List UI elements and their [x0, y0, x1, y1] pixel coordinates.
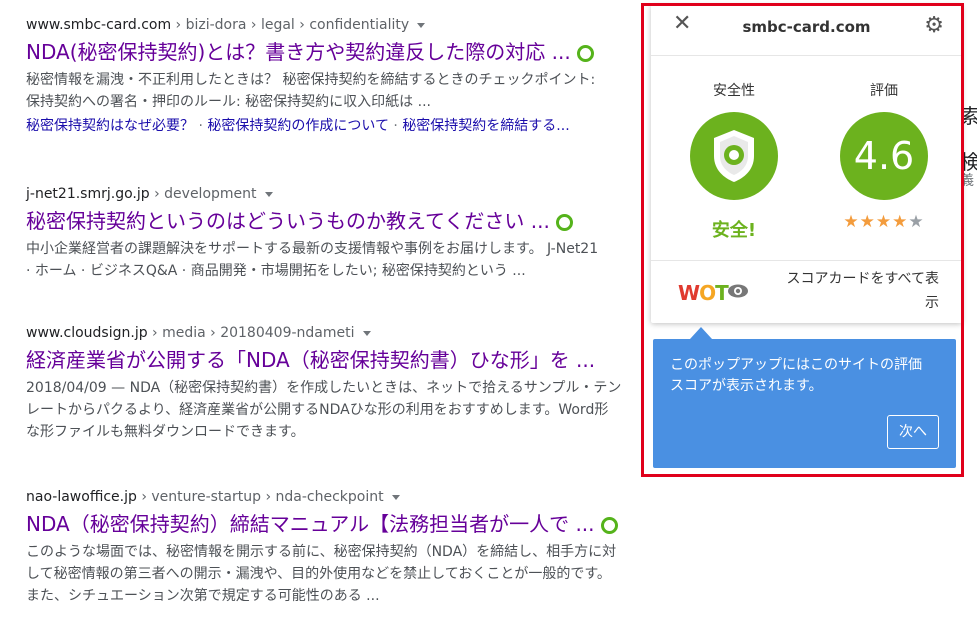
chevron-down-icon[interactable]	[391, 494, 400, 500]
wot-rating-icon[interactable]	[600, 517, 618, 534]
result-cite[interactable]: nao-lawoffice.jp › venture-startup › nda…	[26, 489, 706, 505]
sitelink-separator: ·	[198, 118, 203, 134]
result-snippet: 2018/04/09 — NDA（秘密保持契約書）を作成したいときは、ネットで拾…	[26, 377, 706, 443]
sitelinks: 秘密保持契約はなぜ必要？ · 秘密保持契約の作成について · 秘密保持契約を締結…	[26, 115, 706, 137]
result-cite[interactable]: www.smbc-card.com › bizi-dora › legal › …	[26, 17, 706, 33]
cite-path: › development	[149, 186, 257, 202]
result-title[interactable]: NDA（秘密保持契約）締結マニュアル【法務担当者が一人で ...	[26, 512, 595, 536]
cite-domain: www.smbc-card.com	[26, 17, 172, 33]
chevron-down-icon[interactable]	[417, 22, 426, 28]
result-title-link[interactable]: 秘密保持契約というのはどういうものか教えてください ...	[26, 208, 706, 234]
search-result: nao-lawoffice.jp › venture-startup › nda…	[26, 489, 706, 607]
result-title-link[interactable]: NDA(秘密保持契約)とは？書き方や契約違反した際の対応 ...	[26, 39, 706, 65]
sitelink[interactable]: 秘密保持契約はなぜ必要？	[26, 118, 194, 134]
snippet-line: レートからパクるより、経済産業省が公開するNDAひな形の利用をおすすめします。W…	[26, 402, 609, 418]
result-snippet: このような場面では、秘密情報を開示する前に、秘密保持契約（NDA）を締結し、相手…	[26, 541, 706, 607]
sitelink[interactable]: 秘密保持契約を締結する...	[402, 118, 569, 134]
sitelink-separator: ·	[393, 118, 398, 134]
cite-domain: j-net21.smrj.go.jp	[26, 186, 150, 202]
snippet-line: このような場面では、秘密情報を開示する前に、秘密保持契約（NDA）を締結し、相手…	[26, 544, 617, 560]
cite-path: › venture-startup › nda-checkpoint	[136, 489, 384, 505]
result-cite[interactable]: j-net21.smrj.go.jp › development	[26, 186, 706, 202]
cite-domain: www.cloudsign.jp	[26, 325, 148, 341]
result-title[interactable]: 秘密保持契約というのはどういうものか教えてください ...	[26, 209, 550, 233]
result-title[interactable]: 経済産業省が公開する「NDA（秘密保持契約書）ひな形」を ...	[26, 348, 595, 372]
search-result: www.cloudsign.jp › media › 20180409-ndam…	[26, 325, 706, 443]
result-snippet: 秘密情報を漏洩・不正利用したときは？ 秘密保持契約を締結するときのチェックポイン…	[26, 69, 706, 113]
cite-domain: nao-lawoffice.jp	[26, 489, 137, 505]
chevron-down-icon[interactable]	[362, 330, 371, 336]
snippet-line: 中小企業経営者の課題解決をサポートする最新の支援情報や事例をお届けします。 J-…	[26, 241, 599, 257]
highlight-outline	[641, 3, 964, 477]
snippet-line: して秘密情報の第三者への開示・漏洩や、目的外使用などを禁止しておくことが一般的で…	[26, 566, 611, 582]
search-result: www.smbc-card.com › bizi-dora › legal › …	[26, 17, 706, 137]
sitelink[interactable]: 秘密保持契約の作成について	[207, 118, 389, 134]
result-title-link[interactable]: 経済産業省が公開する「NDA（秘密保持契約書）ひな形」を ...	[26, 347, 706, 373]
result-title[interactable]: NDA(秘密保持契約)とは？書き方や契約違反した際の対応 ...	[26, 40, 571, 64]
snippet-line: な形ファイルも無料ダウンロードできます。	[26, 424, 305, 440]
snippet-line: 秘密情報を漏洩・不正利用したときは？ 秘密保持契約を締結するときのチェックポイン…	[26, 72, 596, 88]
result-snippet: 中小企業経営者の課題解決をサポートする最新の支援情報や事例をお届けします。 J-…	[26, 238, 706, 282]
result-cite[interactable]: www.cloudsign.jp › media › 20180409-ndam…	[26, 325, 706, 341]
result-title-link[interactable]: NDA（秘密保持契約）締結マニュアル【法務担当者が一人で ...	[26, 511, 706, 537]
cite-path: › bizi-dora › legal › confidentiality	[171, 17, 410, 33]
snippet-line: · ホーム · ビジネスQ&A · 商品開発・市場開拓をしたい; 秘密保持契約と…	[26, 263, 526, 279]
snippet-line: 保持契約への署名・押印のルール: 秘密保持契約に収入印紙は ...	[26, 94, 431, 110]
search-result: j-net21.smrj.go.jp › development 秘密保持契約と…	[26, 186, 706, 282]
chevron-down-icon[interactable]	[264, 191, 273, 197]
snippet-line: 2018/04/09 — NDA（秘密保持契約書）を作成したいときは、ネットで拾…	[26, 380, 622, 396]
wot-rating-icon[interactable]	[555, 214, 573, 231]
cite-path: › media › 20180409-ndameti	[147, 325, 355, 341]
wot-rating-icon[interactable]	[576, 45, 594, 62]
snippet-line: また、シチュエーション次第で規定する可能性のある ...	[26, 588, 380, 604]
